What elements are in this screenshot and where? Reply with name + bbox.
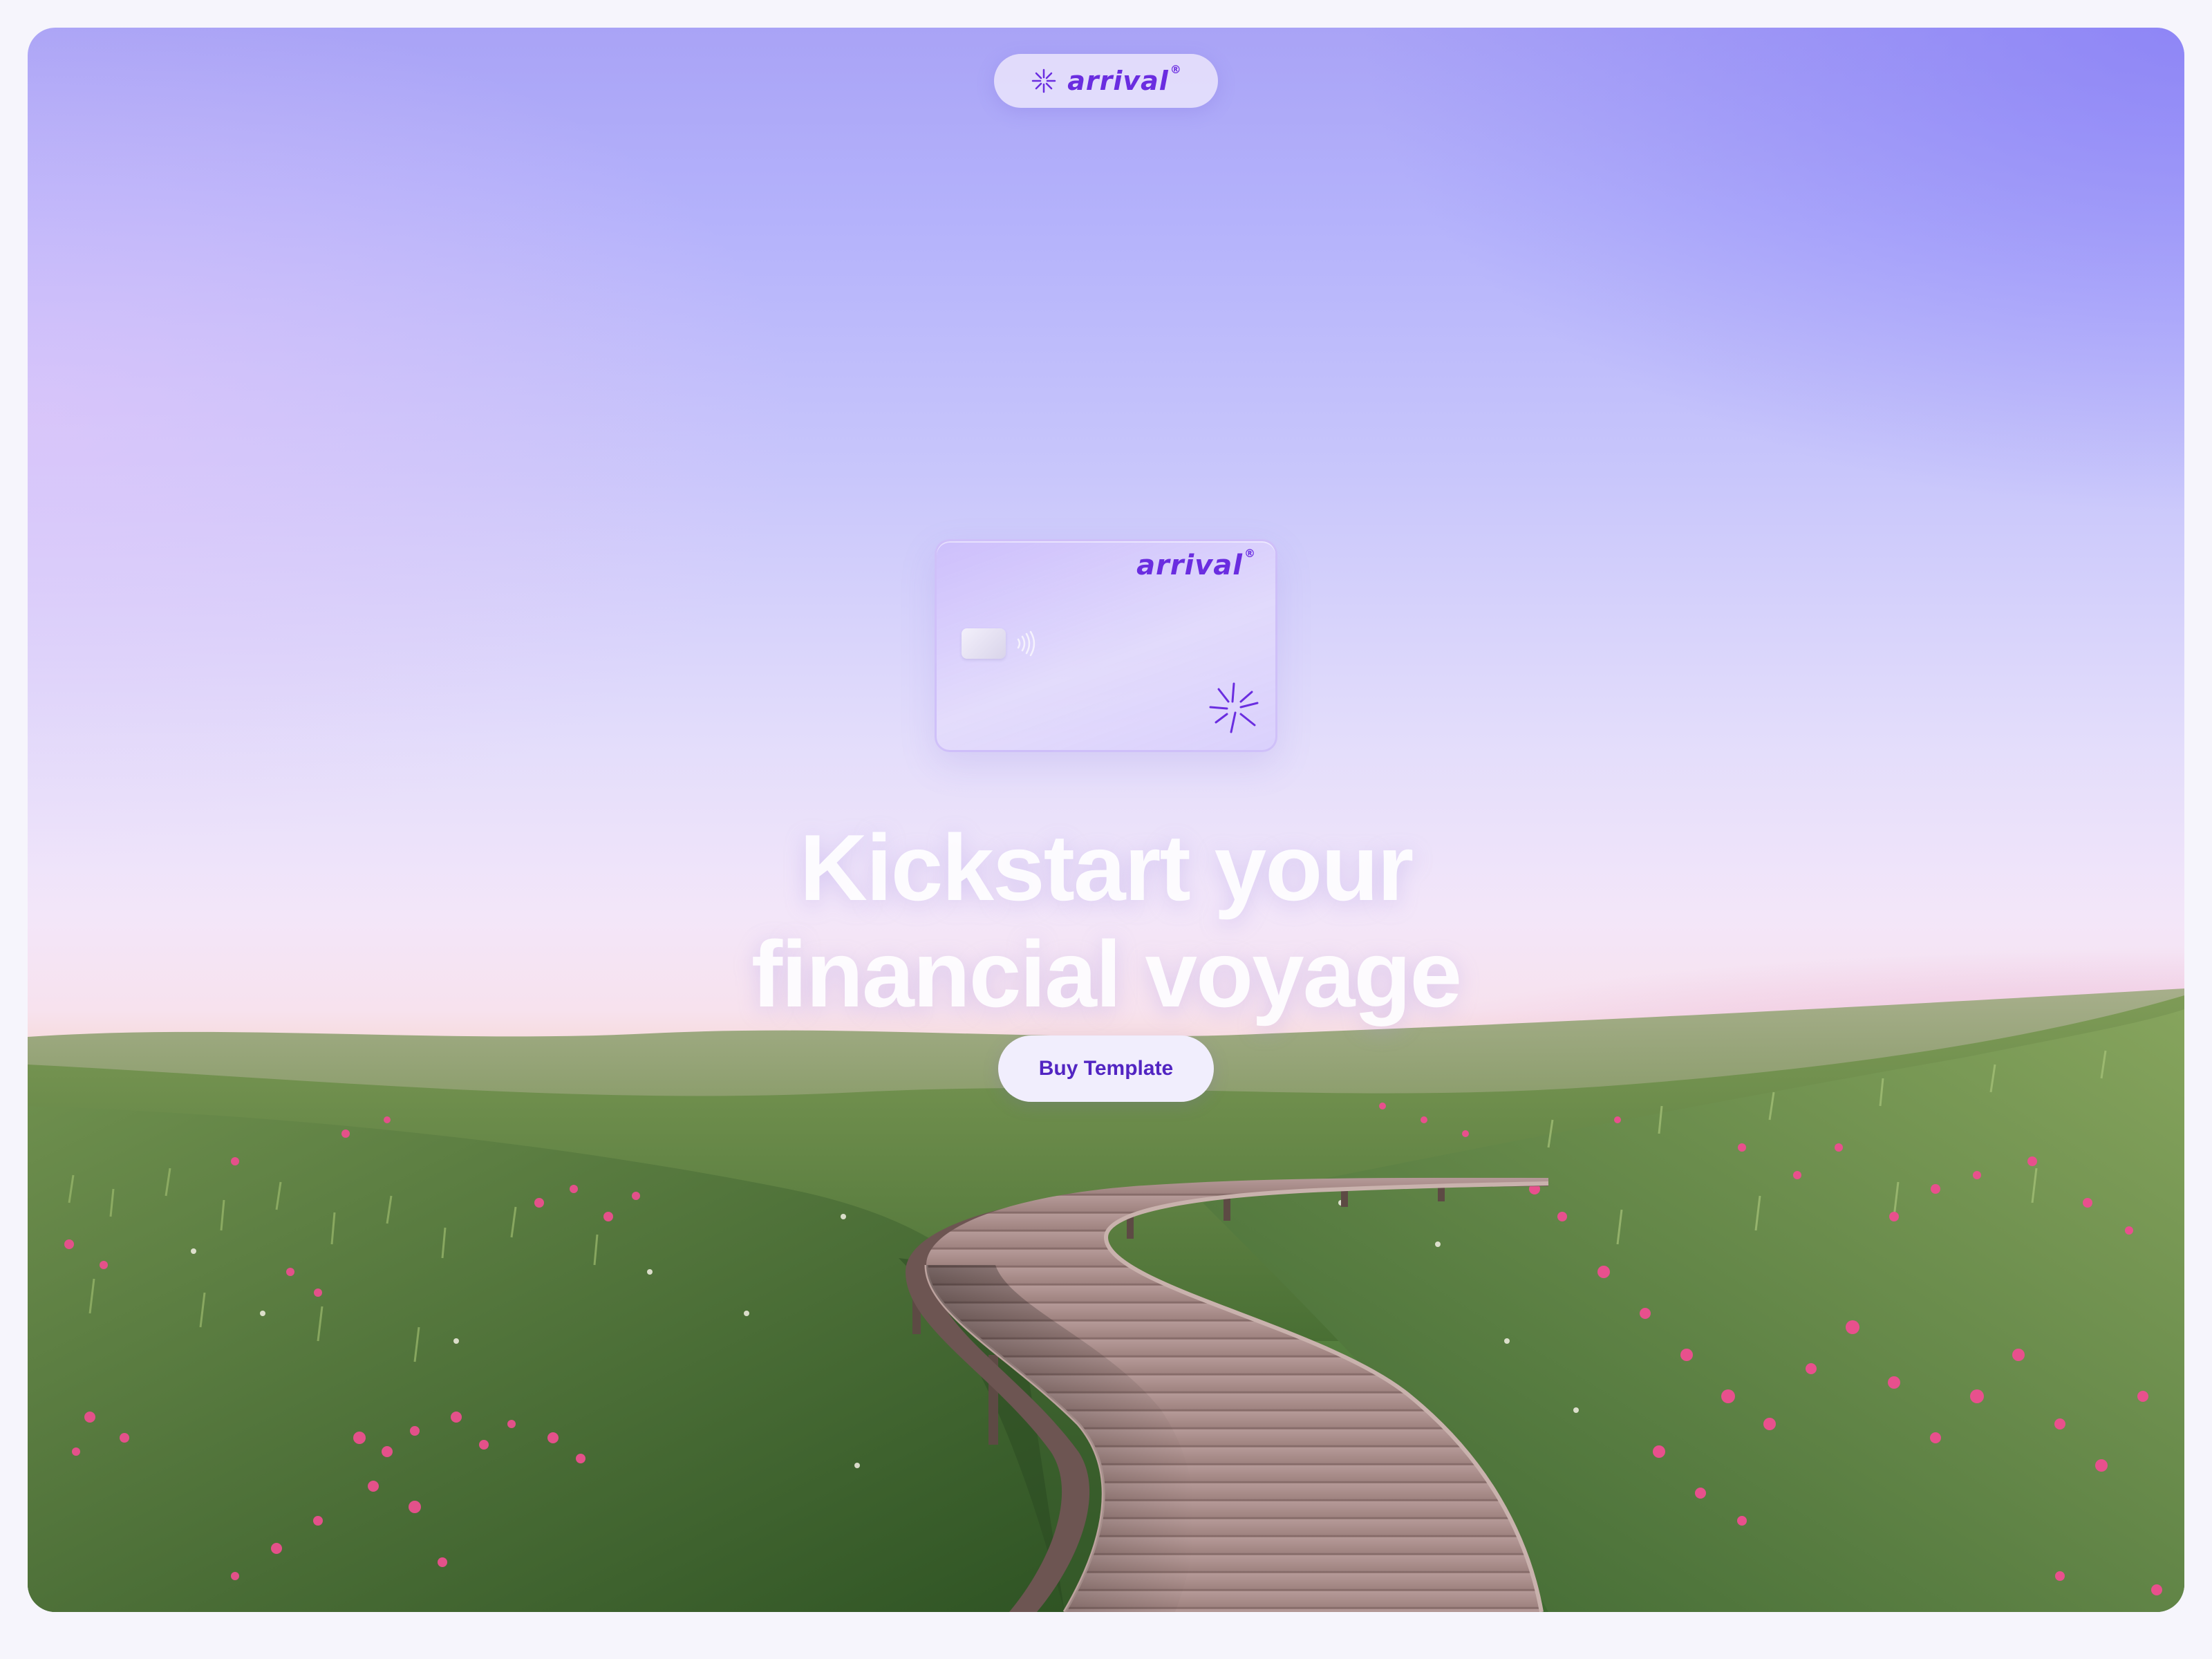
- hero-headline-line-2: financial voyage: [751, 921, 1462, 1027]
- brand-logo-text: arrival ®: [1067, 63, 1182, 96]
- card-brand-name: arrival: [1136, 550, 1243, 581]
- card-registered-mark: ®: [1244, 547, 1256, 560]
- hero-headline-line-1: Kickstart your: [799, 815, 1414, 920]
- credit-card-graphic: arrival ®: [935, 539, 1277, 752]
- hero-frame: arrival ® arrival ® Kickstart your finan…: [28, 28, 2184, 1612]
- registered-mark: ®: [1170, 63, 1182, 76]
- brand-name: arrival: [1067, 66, 1169, 96]
- buy-template-button[interactable]: Buy Template: [998, 1035, 1214, 1102]
- sparkle-icon: [1209, 682, 1259, 733]
- chip-icon: [962, 628, 1006, 659]
- brand-logo-pill[interactable]: arrival ®: [994, 54, 1218, 108]
- sparkle-icon: [1031, 68, 1056, 93]
- card-brand-logo: arrival ®: [1136, 547, 1256, 581]
- contactless-icon: [1017, 630, 1035, 657]
